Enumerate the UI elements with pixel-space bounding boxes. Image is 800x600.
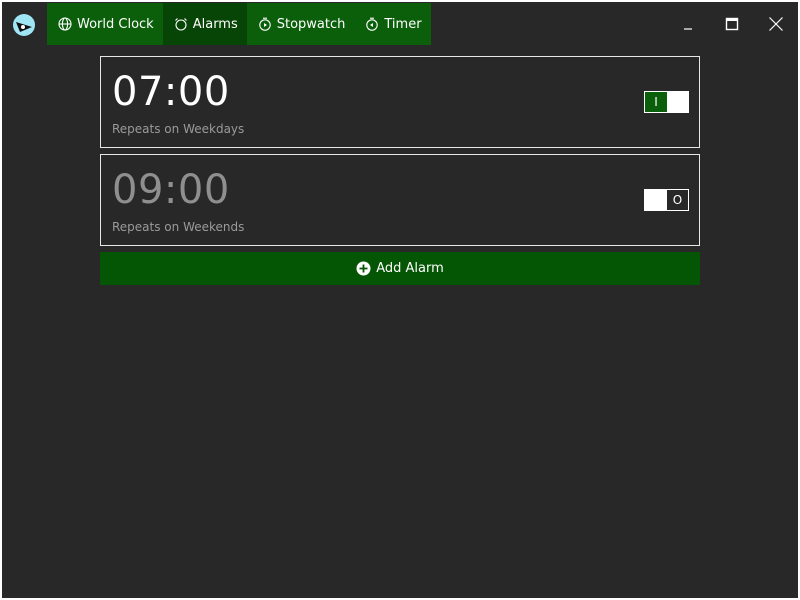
alarm-card-0700[interactable]: 07:00 Repeats on Weekdays I [100, 56, 700, 148]
maximize-button[interactable] [710, 2, 754, 46]
add-alarm-button[interactable]: Add Alarm [100, 252, 700, 285]
alarm-repeat-text: Repeats on Weekends [112, 220, 245, 234]
close-icon [769, 17, 783, 31]
toggle-state-label: I [645, 92, 667, 112]
alarm-toggle[interactable]: O [644, 189, 689, 211]
tab-label: World Clock [77, 16, 154, 32]
tab-world-clock[interactable]: World Clock [47, 3, 163, 45]
alarm-repeat-text: Repeats on Weekdays [112, 122, 245, 136]
tab-bar: World Clock Alarms Stopwatch Timer [47, 3, 431, 45]
alarm-time: 09:00 [112, 167, 230, 213]
timer-icon [365, 17, 379, 31]
minimize-button[interactable] [666, 2, 710, 46]
tab-label: Alarms [192, 16, 238, 32]
clock-app-window: World Clock Alarms Stopwatch Timer 07:00… [2, 2, 798, 598]
title-bar: World Clock Alarms Stopwatch Timer [2, 2, 798, 46]
tab-stopwatch[interactable]: Stopwatch [247, 3, 355, 45]
window-controls [666, 2, 798, 46]
maximize-icon [725, 17, 739, 31]
alarm-toggle[interactable]: I [644, 91, 689, 113]
toggle-state-label: O [672, 193, 683, 207]
stopwatch-icon [258, 17, 272, 31]
alarm-time: 07:00 [112, 69, 230, 115]
app-logo-icon [12, 13, 36, 37]
tab-label: Timer [384, 16, 422, 32]
add-alarm-label: Add Alarm [376, 261, 444, 276]
globe-icon [58, 17, 72, 31]
tab-alarms[interactable]: Alarms [162, 3, 247, 45]
alarm-clock-icon [174, 17, 188, 31]
plus-circle-icon [356, 261, 371, 276]
tab-label: Stopwatch [276, 16, 346, 32]
toggle-knob [645, 190, 667, 210]
minimize-icon [684, 28, 692, 30]
close-button[interactable] [754, 2, 798, 46]
tab-timer[interactable]: Timer [354, 3, 430, 45]
alarm-card-0900[interactable]: 09:00 Repeats on Weekends O [100, 154, 700, 246]
alarms-list: 07:00 Repeats on Weekdays I 09:00 Repeat… [100, 56, 700, 285]
